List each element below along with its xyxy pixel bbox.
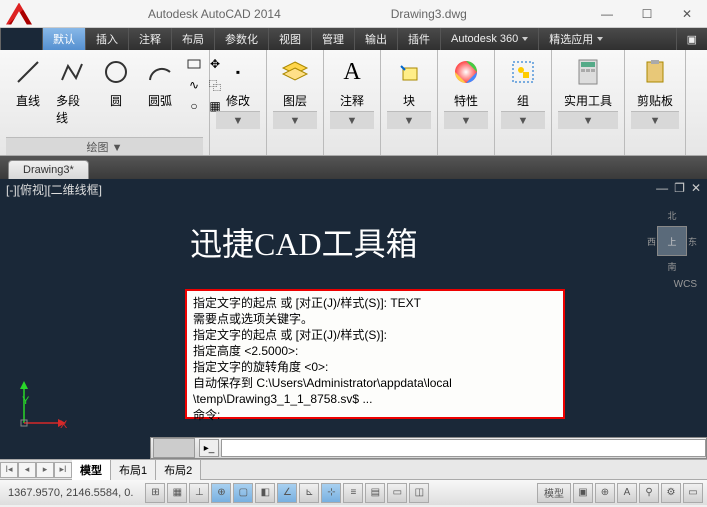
arc-icon (144, 56, 176, 88)
vp-minimize-icon[interactable]: — (656, 181, 668, 195)
modelspace-button[interactable]: 模型 (537, 483, 571, 503)
command-input[interactable] (221, 439, 706, 457)
ucs-icon: YX (8, 379, 68, 429)
layer-button[interactable]: 图层 (273, 54, 317, 111)
menu-annotate[interactable]: 注释 (128, 28, 171, 50)
tab-prev-button[interactable]: ◂ (18, 462, 36, 478)
maximize-button[interactable]: ☐ (627, 0, 667, 28)
menu-featured[interactable]: 精选应用 (538, 28, 613, 50)
menu-output[interactable]: 输出 (354, 28, 397, 50)
menu-manage[interactable]: 管理 (311, 28, 354, 50)
viewcube[interactable]: 北 西上东 南 WCS (647, 209, 697, 279)
group-icon (507, 56, 539, 88)
menu-plugin[interactable]: 插件 (397, 28, 440, 50)
modify-button[interactable]: ▪修改 (216, 54, 260, 111)
clean-button[interactable]: ▭ (683, 483, 703, 503)
ellipse-icon[interactable]: ○ (184, 98, 204, 114)
grid-toggle[interactable]: ▦ (167, 483, 187, 503)
draw-panel-footer[interactable]: 绘图 ▼ (6, 137, 203, 155)
polyline-button[interactable]: 多段线 (50, 54, 94, 137)
ortho-toggle[interactable]: ⊥ (189, 483, 209, 503)
menu-expand-icon[interactable]: ▣ (676, 28, 707, 50)
menu-insert[interactable]: 插入 (85, 28, 128, 50)
clipboard-button[interactable]: 剪贴板 (631, 54, 679, 111)
otrack-toggle[interactable]: ∠ (277, 483, 297, 503)
command-line: ▸_ (150, 437, 707, 459)
layout2-tab[interactable]: 布局2 (156, 460, 201, 480)
wcs-label[interactable]: WCS (647, 279, 697, 290)
group-button[interactable]: 组 (501, 54, 545, 111)
layer-icon (279, 56, 311, 88)
3dosnap-toggle[interactable]: ◧ (255, 483, 275, 503)
ducs-toggle[interactable]: ⊾ (299, 483, 319, 503)
app-menu-button[interactable] (0, 28, 42, 50)
polar-toggle[interactable]: ⊕ (211, 483, 231, 503)
titlebar: Autodesk AutoCAD 2014 Drawing3.dwg — ☐ ✕ (0, 0, 707, 28)
utilities-button[interactable]: 实用工具 (558, 54, 618, 111)
nav-button[interactable]: ⊕ (595, 483, 615, 503)
block-icon (393, 56, 425, 88)
statusbar: 1367.9570, 2146.5584, 0. ⊞ ▦ ⊥ ⊕ ▢ ◧ ∠ ⊾… (0, 479, 707, 505)
vp-close-icon[interactable]: ✕ (691, 181, 701, 195)
cmd-drag-handle[interactable] (153, 438, 195, 458)
spline-icon[interactable]: ∿ (184, 77, 204, 93)
tab-next-button[interactable]: ▸ (36, 462, 54, 478)
tpy-toggle[interactable]: ▤ (365, 483, 385, 503)
circle-button[interactable]: 圆 (94, 54, 138, 137)
snap-toggle[interactable]: ⊞ (145, 483, 165, 503)
menu-parametric[interactable]: 参数化 (214, 28, 268, 50)
calculator-icon (572, 56, 604, 88)
lwt-toggle[interactable]: ≡ (343, 483, 363, 503)
osnap-toggle[interactable]: ▢ (233, 483, 253, 503)
clipboard-icon (639, 56, 671, 88)
annotate-button[interactable]: A注释 (330, 54, 374, 111)
menu-default[interactable]: 默认 (42, 28, 85, 50)
polyline-icon (56, 56, 88, 88)
arc-button[interactable]: 圆弧 (138, 54, 182, 137)
minimize-button[interactable]: — (587, 0, 627, 28)
text-icon: A (336, 56, 368, 88)
autocad-logo-icon[interactable] (6, 3, 32, 25)
app-title: Autodesk AutoCAD 2014 (148, 7, 281, 21)
dyn-toggle[interactable]: ⊹ (321, 483, 341, 503)
menu-view[interactable]: 视图 (268, 28, 311, 50)
menubar: 默认 插入 注释 布局 参数化 视图 管理 输出 插件 Autodesk 360… (0, 28, 707, 50)
sc-toggle[interactable]: ◫ (409, 483, 429, 503)
command-history: 指定文字的起点 或 [对正(J)/样式(S)]: TEXT 需要点或选项关键字。… (185, 289, 565, 419)
modify-icon: ▪ (222, 56, 254, 88)
tab-first-button[interactable]: I◂ (0, 462, 18, 478)
annoscale-button[interactable]: A (617, 483, 637, 503)
qp-toggle[interactable]: ▭ (387, 483, 407, 503)
colorwheel-icon (450, 56, 482, 88)
doc-tabbar: Drawing3* (0, 156, 707, 179)
doc-tab[interactable]: Drawing3* (8, 160, 89, 179)
line-button[interactable]: 直线 (6, 54, 50, 137)
viewport[interactable]: [-][俯视][二维线框] — ❐ ✕ 迅捷CAD工具箱 北 西上东 南 WCS… (0, 179, 707, 459)
close-button[interactable]: ✕ (667, 0, 707, 28)
viewport-label[interactable]: [-][俯视][二维线框] (6, 181, 102, 195)
annovis-button[interactable]: ⚲ (639, 483, 659, 503)
cmd-prompt-icon[interactable]: ▸_ (199, 439, 219, 457)
layout-quick-button[interactable]: ▣ (573, 483, 593, 503)
ribbon: 直线 多段线 圆 圆弧 ✥ ∿ ⿻ ○ ▦ (0, 50, 707, 156)
circle-icon (100, 56, 132, 88)
model-tab[interactable]: 模型 (72, 460, 111, 480)
tab-last-button[interactable]: ▸I (54, 462, 72, 478)
block-button[interactable]: 块 (387, 54, 431, 111)
line-icon (12, 56, 44, 88)
coordinates[interactable]: 1367.9570, 2146.5584, 0. (0, 487, 141, 499)
properties-button[interactable]: 特性 (444, 54, 488, 111)
ws-button[interactable]: ⚙ (661, 483, 681, 503)
drawing-text: 迅捷CAD工具箱 (190, 219, 418, 265)
model-tabs: I◂ ◂ ▸ ▸I 模型 布局1 布局2 (0, 459, 707, 479)
menu-a360[interactable]: Autodesk 360 (440, 28, 538, 50)
layout1-tab[interactable]: 布局1 (111, 460, 156, 480)
rect-icon[interactable] (184, 56, 204, 72)
vp-restore-icon[interactable]: ❐ (674, 181, 685, 195)
file-title: Drawing3.dwg (391, 7, 467, 21)
menu-layout[interactable]: 布局 (171, 28, 214, 50)
